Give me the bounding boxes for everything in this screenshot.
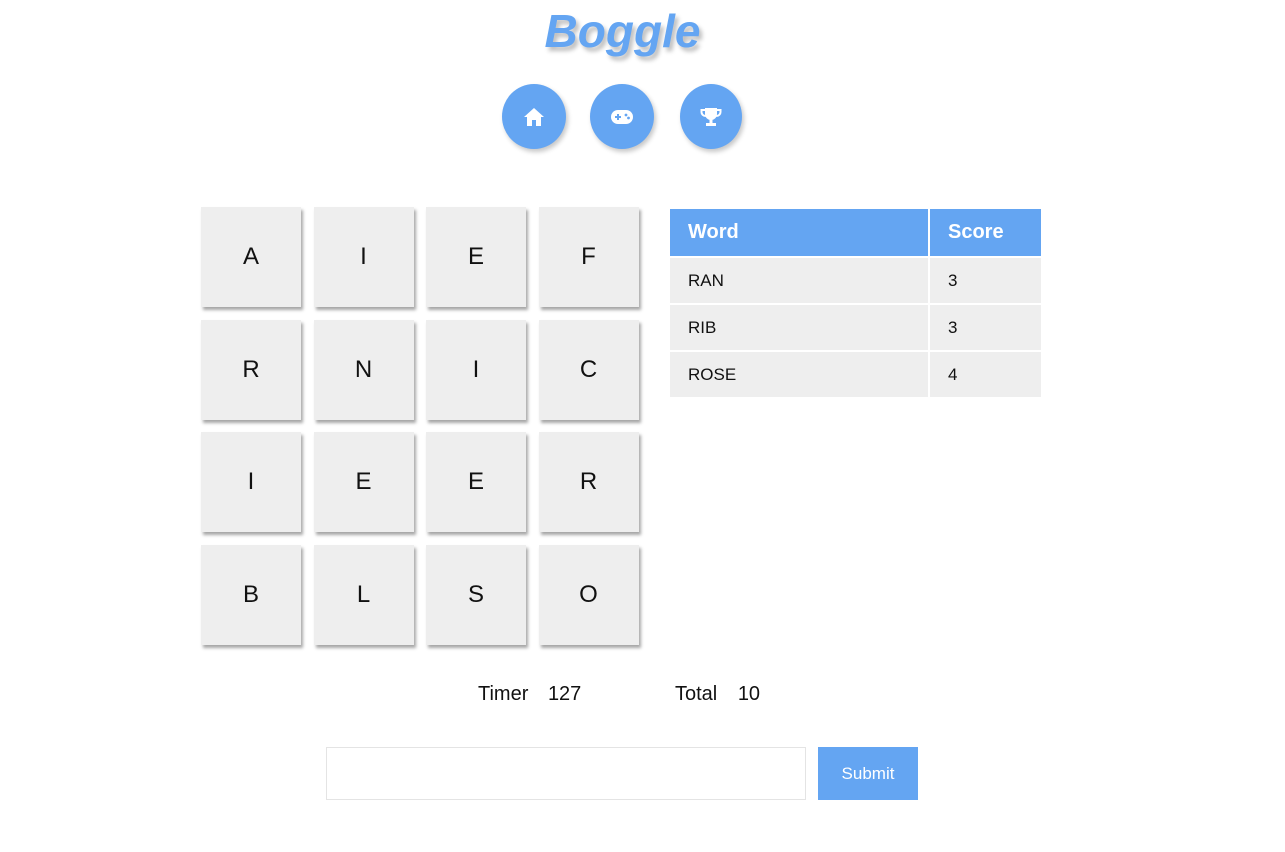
home-icon	[524, 107, 544, 126]
letter-tile[interactable]: I	[313, 207, 414, 307]
letter-tile[interactable]: C	[538, 319, 639, 420]
timer-value: 127	[547, 683, 582, 705]
total-value: 10	[737, 683, 761, 705]
home-button[interactable]	[502, 84, 566, 149]
table-row: ROSE 4	[670, 352, 1041, 397]
letter-tile[interactable]: E	[426, 432, 526, 532]
letter-tile[interactable]: R	[201, 319, 301, 420]
submit-button[interactable]: Submit	[818, 747, 918, 800]
letter-tile[interactable]: E	[426, 207, 526, 307]
trophy-icon	[700, 107, 722, 126]
play-game-button[interactable]	[590, 84, 654, 149]
leaderboard-button[interactable]	[680, 84, 742, 149]
letter-tile[interactable]: S	[426, 544, 526, 645]
total-score: Total 10	[675, 683, 760, 706]
letter-tile[interactable]: O	[538, 544, 639, 645]
gamepad-icon	[611, 109, 633, 124]
score-cell: 4	[930, 352, 1041, 397]
timer-label: Timer	[478, 683, 529, 705]
letter-tile[interactable]: B	[201, 544, 301, 645]
letter-tile[interactable]: N	[313, 319, 414, 420]
letter-tile[interactable]: R	[538, 432, 639, 532]
total-label: Total	[675, 683, 718, 705]
timer: Timer 127	[478, 683, 581, 706]
score-cell: 3	[930, 258, 1041, 303]
page-title: Boggle	[544, 5, 701, 57]
letter-tile[interactable]: I	[426, 319, 526, 420]
score-column-header: Score	[930, 209, 1041, 256]
word-cell: ROSE	[670, 352, 928, 397]
letter-tile[interactable]: L	[313, 544, 414, 645]
word-column-header: Word	[670, 209, 928, 256]
letter-board: A I E F R N I C I E E R B L S O	[201, 207, 639, 645]
letter-tile[interactable]: F	[538, 207, 639, 307]
table-header-row: Word Score	[670, 209, 1041, 256]
table-row: RIB 3	[670, 305, 1041, 350]
table-row: RAN 3	[670, 258, 1041, 303]
letter-tile[interactable]: E	[313, 432, 414, 532]
letter-tile[interactable]: A	[201, 207, 301, 307]
score-cell: 3	[930, 305, 1041, 350]
found-words-table: Word Score RAN 3 RIB 3 ROSE 4	[668, 207, 1043, 399]
word-cell: RAN	[670, 258, 928, 303]
word-input[interactable]	[326, 747, 806, 800]
word-cell: RIB	[670, 305, 928, 350]
letter-tile[interactable]: I	[201, 432, 301, 532]
